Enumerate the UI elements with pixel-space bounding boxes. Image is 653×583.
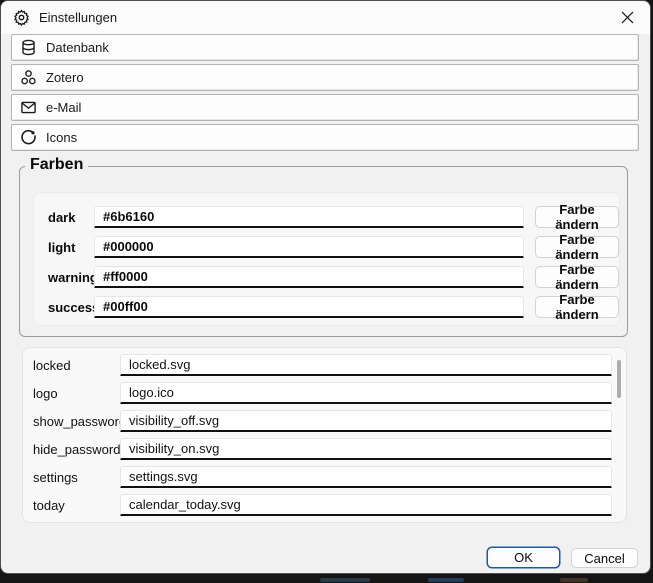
icon-row-settings: settings <box>33 466 626 488</box>
icon-row-show-password: show_password <box>33 410 626 432</box>
title-bar[interactable]: Einstellungen <box>1 1 650 34</box>
icon-key-label: show_password <box>33 414 120 429</box>
section-label: e-Mail <box>46 100 81 115</box>
change-color-button[interactable]: Farbe ändern <box>535 266 619 288</box>
icon-file-input[interactable] <box>120 410 612 432</box>
cancel-button[interactable]: Cancel <box>571 548 638 568</box>
color-label: success <box>48 300 94 315</box>
color-row-light: light Farbe ändern <box>48 236 619 258</box>
sync-circle-icon <box>20 129 37 146</box>
window-title: Einstellungen <box>39 10 117 25</box>
icon-key-label: settings <box>33 470 120 485</box>
section-label: Zotero <box>46 70 84 85</box>
section-label: Datenbank <box>46 40 109 55</box>
change-color-button[interactable]: Farbe ändern <box>535 236 619 258</box>
section-icons[interactable]: Icons <box>11 124 639 151</box>
icon-file-input[interactable] <box>120 438 612 460</box>
color-label: light <box>48 240 94 255</box>
icon-row-hide-password: hide_password <box>33 438 626 460</box>
icon-row-logo: logo <box>33 382 626 404</box>
ok-button[interactable]: OK <box>487 547 560 568</box>
icon-key-label: hide_password <box>33 442 120 457</box>
color-label: warning <box>48 270 94 285</box>
color-value-input[interactable] <box>94 206 524 228</box>
change-color-button[interactable]: Farbe ändern <box>535 206 619 228</box>
icon-key-label: logo <box>33 386 120 401</box>
section-email[interactable]: e-Mail <box>11 94 639 121</box>
desktop-artifact <box>428 578 464 582</box>
database-icon <box>20 39 37 56</box>
close-icon <box>621 11 634 24</box>
color-panel: dark Farbe ändern light Farbe ändern war… <box>33 192 620 326</box>
farben-title: Farben <box>25 156 88 174</box>
icon-key-label: today <box>33 498 120 513</box>
icon-file-input[interactable] <box>120 494 612 516</box>
gear-icon <box>13 9 30 26</box>
email-icon <box>20 99 37 116</box>
farben-groupbox: Farben dark Farbe ändern light Farbe änd… <box>19 166 628 337</box>
icon-files-panel: locked logo show_password hide_password … <box>22 347 627 523</box>
icon-key-label: locked <box>33 358 120 373</box>
section-datenbank[interactable]: Datenbank <box>11 34 639 61</box>
settings-dialog: Einstellungen Datenbank Zotero <box>0 0 651 574</box>
vertical-scrollbar[interactable] <box>617 360 621 398</box>
color-value-input[interactable] <box>94 236 524 258</box>
change-color-button[interactable]: Farbe ändern <box>535 296 619 318</box>
desktop-artifact <box>320 578 370 582</box>
icon-file-input[interactable] <box>120 354 612 376</box>
close-button[interactable] <box>605 1 650 34</box>
zotero-icon <box>20 69 37 86</box>
icon-file-input[interactable] <box>120 466 612 488</box>
color-row-dark: dark Farbe ändern <box>48 206 619 228</box>
icon-file-input[interactable] <box>120 382 612 404</box>
icon-row-locked: locked <box>33 354 626 376</box>
icon-row-today: today <box>33 494 626 516</box>
color-row-warning: warning Farbe ändern <box>48 266 619 288</box>
color-row-success: success Farbe ändern <box>48 296 619 318</box>
desktop-artifact <box>560 578 588 582</box>
color-label: dark <box>48 210 94 225</box>
color-value-input[interactable] <box>94 296 524 318</box>
section-zotero[interactable]: Zotero <box>11 64 639 91</box>
color-value-input[interactable] <box>94 266 524 288</box>
section-label: Icons <box>46 130 77 145</box>
